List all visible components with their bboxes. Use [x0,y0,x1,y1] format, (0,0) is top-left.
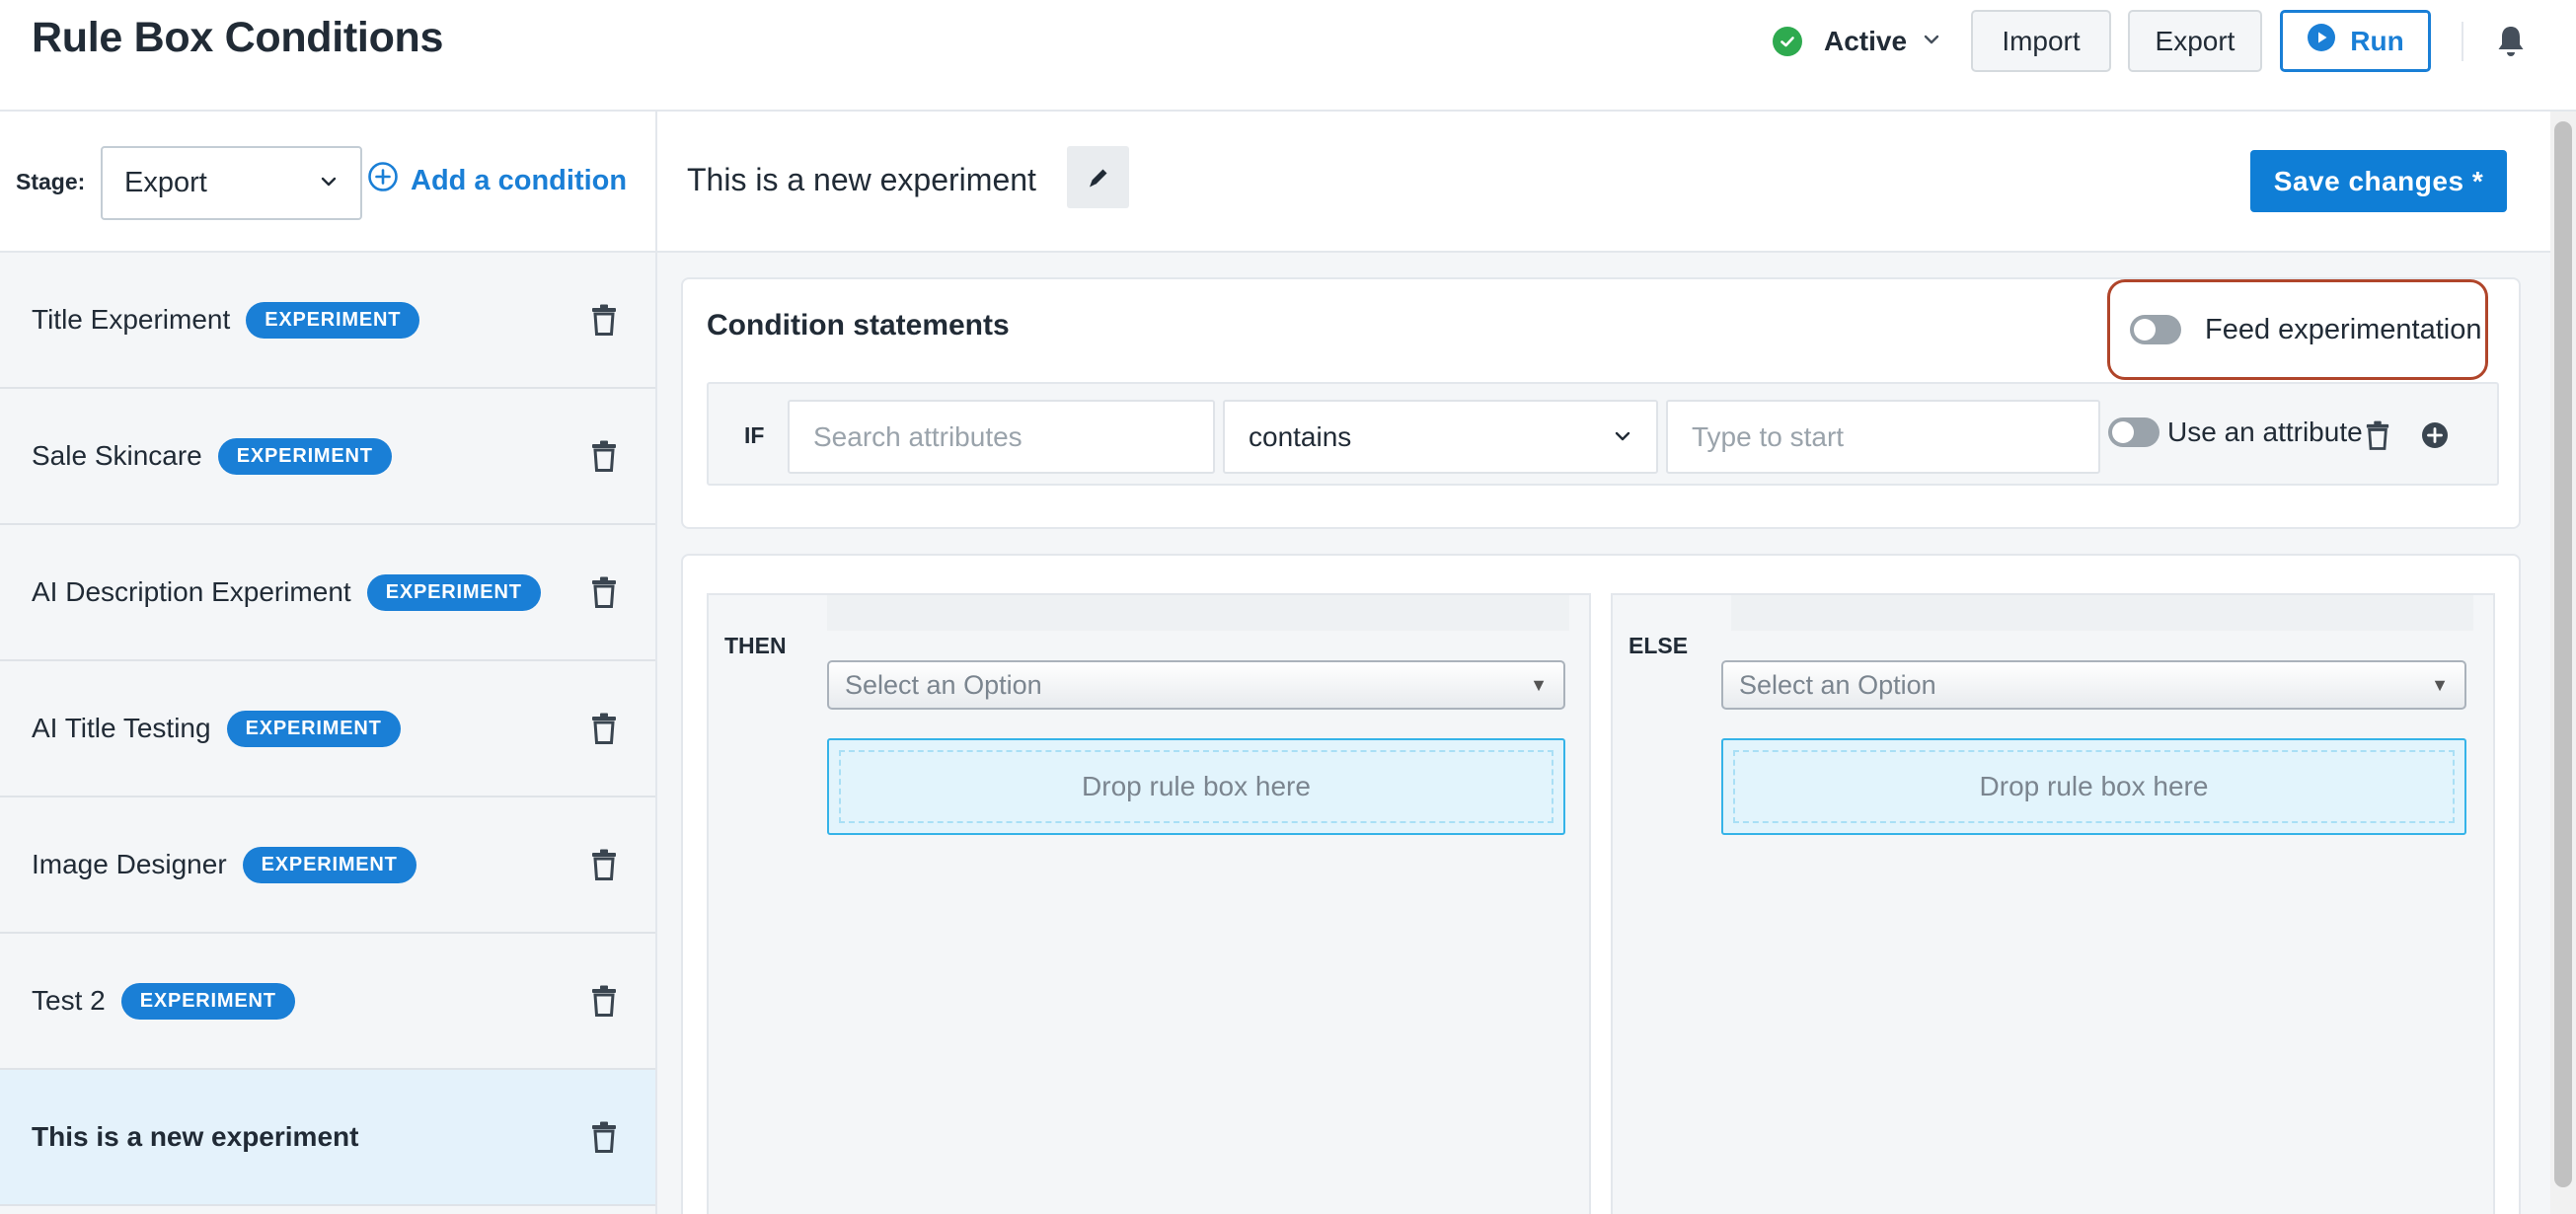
conditions-sidebar: Stage: Export Add a condition Title Expe… [0,112,657,1214]
caret-down-icon: ▼ [2431,674,2449,695]
plus-circle-icon [367,161,399,200]
section-heading: Condition statements [707,309,1010,341]
if-condition-row: IF Search attributes contains Type to st… [707,382,2499,486]
add-condition-label: Add a condition [411,164,628,196]
trash-icon[interactable] [590,1121,618,1153]
scrollbar-thumb[interactable] [2554,121,2572,1187]
branch-header-strip [827,595,1569,631]
chevron-down-icon [319,167,339,199]
value-input[interactable]: Type to start [1666,400,2100,474]
condition-name: Test 2 [32,985,106,1016]
search-attributes-input[interactable]: Search attributes [788,400,1215,474]
condition-list: Title Experiment EXPERIMENT Sale Skincar… [0,253,655,1206]
operator-value: contains [1249,420,1352,452]
select-placeholder: Select an Option [1739,669,1936,700]
experiment-badge: EXPERIMENT [246,301,420,339]
add-condition-button[interactable]: Add a condition [367,161,627,200]
trash-icon[interactable] [2365,419,2390,451]
experiment-badge: EXPERIMENT [217,437,392,475]
save-changes-button[interactable]: Save changes * [2250,150,2507,212]
run-button[interactable]: Run [2280,10,2431,72]
select-placeholder: Select an Option [845,669,1042,700]
top-header: Rule Box Conditions Active Import Export… [0,0,2576,112]
operator-select[interactable]: contains [1223,400,1658,474]
import-button[interactable]: Import [1971,10,2111,72]
trash-icon[interactable] [590,304,618,336]
toggle-switch[interactable] [2130,315,2181,344]
drop-zone-label: Drop rule box here [839,750,1553,823]
stage-value: Export [124,167,207,198]
trash-icon[interactable] [590,440,618,472]
export-button[interactable]: Export [2128,10,2262,72]
check-circle-icon [1773,27,1802,56]
pencil-icon[interactable] [1067,146,1129,208]
stage-select[interactable]: Export [101,146,362,220]
list-item[interactable]: AI Description Experiment EXPERIMENT [0,525,655,661]
trash-icon[interactable] [590,576,618,608]
play-circle-icon [2307,23,2336,59]
then-drop-zone[interactable]: Drop rule box here [827,738,1565,835]
feed-experimentation-label: Feed experimentation [2205,313,2482,345]
stage-bar: Stage: Export Add a condition [0,112,655,253]
feed-experimentation-toggle[interactable]: Feed experimentation [2107,279,2488,380]
condition-editor: This is a new experiment Save changes * … [657,112,2550,1214]
trash-icon[interactable] [590,985,618,1017]
experiment-badge: EXPERIMENT [242,846,417,883]
caret-down-icon: ▼ [1530,674,1548,695]
use-attribute-toggle[interactable]: Use an attribute [2108,417,2363,448]
page-title: Rule Box Conditions [32,14,444,61]
experiment-title-bar: This is a new experiment Save changes * [657,112,2550,253]
chevron-down-icon [1613,421,1632,453]
status-label: Active [1824,26,1908,56]
header-divider [2462,22,2463,61]
use-attribute-label: Use an attribute [2167,417,2363,447]
vertical-scrollbar[interactable] [2550,112,2576,1214]
then-option-select[interactable]: Select an Option ▼ [827,660,1565,710]
experiment-badge: EXPERIMENT [226,710,401,747]
else-branch: ELSE Select an Option ▼ Drop rule box he… [1611,593,2495,1214]
if-label: IF [744,422,765,448]
status-dropdown[interactable]: Active [1773,18,1942,65]
list-item[interactable]: Sale Skincare EXPERIMENT [0,389,655,525]
list-item[interactable]: Title Experiment EXPERIMENT [0,253,655,389]
experiment-title: This is a new experiment [687,162,1036,197]
condition-statements-card: Condition statements Feed experimentatio… [681,277,2521,529]
condition-name: This is a new experiment [32,1121,359,1152]
experiment-badge: EXPERIMENT [120,982,295,1020]
condition-name: Image Designer [32,849,227,879]
plus-circle-icon[interactable] [2420,420,2450,450]
condition-name: Sale Skincare [32,440,202,471]
then-label: THEN [724,633,787,658]
else-label: ELSE [1629,633,1689,658]
list-item[interactable]: Test 2 EXPERIMENT [0,934,655,1070]
then-branch: THEN Select an Option ▼ Drop rule box he… [707,593,1591,1214]
condition-name: Title Experiment [32,304,231,335]
list-item[interactable]: Image Designer EXPERIMENT [0,797,655,934]
stage-label: Stage: [16,169,86,194]
else-option-select[interactable]: Select an Option ▼ [1721,660,2466,710]
condition-name: AI Title Testing [32,713,211,743]
list-item-selected[interactable]: This is a new experiment [0,1070,655,1206]
chevron-down-icon [1921,29,1942,55]
branches-card: THEN Select an Option ▼ Drop rule box he… [681,554,2521,1214]
bell-icon[interactable] [2493,22,2529,61]
trash-icon[interactable] [590,849,618,880]
trash-icon[interactable] [590,713,618,744]
condition-name: AI Description Experiment [32,576,351,607]
experiment-badge: EXPERIMENT [366,573,541,611]
else-drop-zone[interactable]: Drop rule box here [1721,738,2466,835]
drop-zone-label: Drop rule box here [1733,750,2455,823]
branch-header-strip [1731,595,2473,631]
run-label: Run [2350,25,2404,56]
toggle-switch[interactable] [2108,417,2159,447]
list-item[interactable]: AI Title Testing EXPERIMENT [0,661,655,797]
